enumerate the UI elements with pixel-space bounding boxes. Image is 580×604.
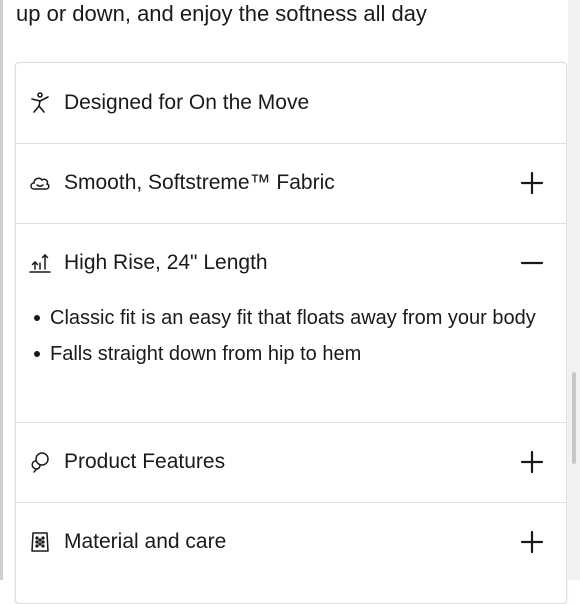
accordion-title: Material and care <box>64 530 227 553</box>
cloud-face-icon <box>28 171 52 195</box>
plus-icon[interactable] <box>518 169 546 197</box>
accordion-title: Designed for On the Move <box>64 91 310 114</box>
intro-text: up or down, and enjoy the softness all d… <box>16 1 427 26</box>
accordion-title: High Rise, 24" Length <box>64 251 268 274</box>
product-details-accordion: Designed for On the Move Smooth, Softstr… <box>15 62 567 604</box>
care-label-icon <box>28 530 52 554</box>
accordion-item-product-features[interactable]: Product Features <box>16 422 566 502</box>
scrollbar-track[interactable] <box>568 0 580 580</box>
bullet-item: Classic fit is an easy fit that floats a… <box>34 303 550 333</box>
product-features-icon <box>28 450 52 474</box>
accordion-header[interactable]: Smooth, Softstreme™ Fabric <box>16 143 566 223</box>
accordion-item-on-the-move[interactable]: Designed for On the Move <box>16 63 566 143</box>
rise-length-icon <box>28 251 52 275</box>
accordion-header[interactable]: Designed for On the Move <box>16 63 566 143</box>
scrollbar-thumb[interactable] <box>572 372 576 464</box>
plus-icon[interactable] <box>518 528 546 556</box>
accordion-content: Classic fit is an easy fit that floats a… <box>16 303 566 369</box>
accordion-title: Smooth, Softstreme™ Fabric <box>64 171 335 194</box>
accordion-item-fabric[interactable]: Smooth, Softstreme™ Fabric <box>16 143 566 223</box>
bullet-item: Falls straight down from hip to hem <box>34 339 550 369</box>
accordion-header[interactable]: Product Features <box>16 422 566 502</box>
person-move-icon <box>28 91 52 115</box>
plus-icon[interactable] <box>518 448 546 476</box>
minus-icon[interactable] <box>518 249 546 277</box>
left-border <box>0 0 3 580</box>
accordion-item-material-care[interactable]: Material and care <box>16 502 566 582</box>
accordion-item-high-rise[interactable]: High Rise, 24" Length Classic fit is an … <box>16 223 566 375</box>
accordion-header[interactable]: Material and care <box>16 502 566 582</box>
accordion-header[interactable]: High Rise, 24" Length <box>16 223 566 303</box>
accordion-title: Product Features <box>64 450 226 473</box>
